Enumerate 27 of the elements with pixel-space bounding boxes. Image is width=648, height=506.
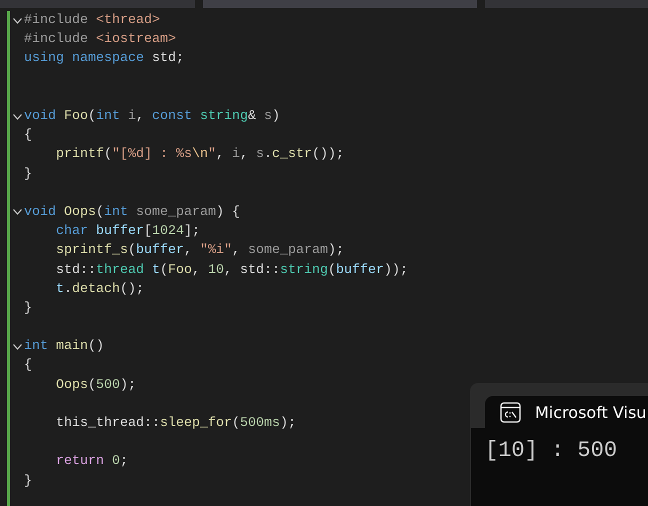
code-line: std::thread t(Foo, 10, std::string(buffer));: [54, 262, 408, 278]
code-line: void Oops(int some_param) {: [24, 204, 240, 220]
collapse-chevron-icon[interactable]: [12, 209, 22, 216]
code-line: this_thread::sleep_for(500ms);: [54, 416, 296, 432]
code-line: return 0;: [54, 454, 128, 470]
code-line: printf("[%d] : %s\n", i, s.c_str());: [54, 147, 344, 162]
code-line: using namespace std;: [24, 51, 184, 66]
console-output: [10] : 500: [485, 438, 618, 463]
code-line: {: [24, 358, 32, 374]
collapse-chevron-icon[interactable]: [12, 18, 22, 24]
code-line: }: [24, 300, 32, 316]
terminal-icon: [500, 402, 521, 422]
code-line: }: [24, 474, 32, 489]
console-tab[interactable]: Microsoft Visu: [485, 396, 648, 428]
code-line: #include <thread>: [24, 13, 160, 28]
code-line: t.detach();: [54, 282, 144, 297]
code-line: }: [24, 166, 32, 182]
code-line: sprintf_s(buffer, "%i", some_param);: [54, 243, 344, 258]
console-title: Microsoft Visu: [535, 402, 646, 422]
collapse-chevron-icon[interactable]: [12, 344, 22, 350]
code-line: char buffer[1024];: [54, 224, 200, 240]
code-line: void Foo(int i, const string& s): [24, 109, 280, 124]
code-line: #include <iostream>: [24, 32, 176, 48]
collapse-chevron-icon[interactable]: [12, 114, 22, 120]
code-line: {: [24, 128, 32, 144]
code-line: int main(): [24, 339, 104, 354]
code-line: Oops(500);: [54, 378, 136, 393]
